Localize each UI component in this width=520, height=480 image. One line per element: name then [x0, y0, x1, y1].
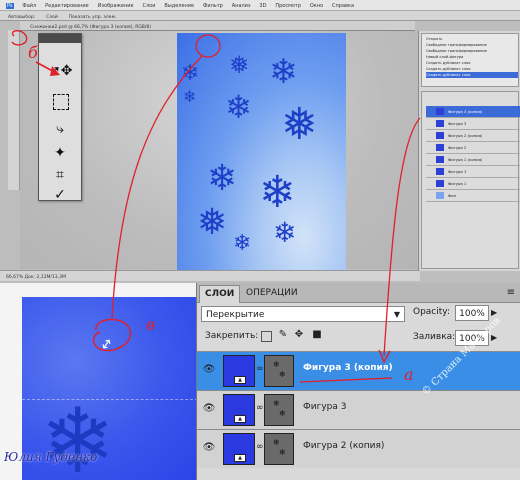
- snowflake-icon: ❅: [229, 51, 250, 79]
- blend-mode-value: Перекрытие: [206, 310, 265, 320]
- magic-wand-tool-icon[interactable]: ✦: [49, 142, 71, 164]
- layer-row[interactable]: 👁 ▲ ∞ ❄ ❄ Фигура 3: [197, 390, 520, 429]
- menu-item[interactable]: Файл: [22, 3, 36, 9]
- status-bar: 66,67% Док: 2,11M/13,3M: [0, 270, 420, 281]
- tools-panel: ➚✥ ⤷ ✦ ⌗ ✓: [38, 33, 82, 203]
- link-icon[interactable]: ∞: [256, 364, 264, 374]
- auto-select-label[interactable]: Автовыбор:: [8, 15, 35, 20]
- snowflake-icon: ❄: [225, 88, 252, 126]
- lock-all-icon[interactable]: ■: [311, 329, 323, 341]
- eye-icon[interactable]: 👁: [202, 442, 216, 453]
- snowflake-icon: ❄: [269, 52, 298, 92]
- resize-cursor-icon: ↕: [96, 335, 116, 355]
- layer-row[interactable]: 👁 ▲ ∞ ❄ ❄ Фигура 2 (копия): [197, 429, 520, 468]
- menu-item[interactable]: Редактирование: [45, 3, 89, 9]
- ps-logo: Ps: [6, 3, 14, 9]
- lasso-tool-icon[interactable]: ⤷: [49, 118, 71, 140]
- menu-item[interactable]: Просмотр: [275, 3, 301, 9]
- layer-thumbnail: ▲: [223, 394, 255, 426]
- layer-thumbnail: ▲: [223, 355, 255, 387]
- mini-layer-row[interactable]: Фигура 2 (копия): [426, 130, 520, 142]
- mini-layer-row[interactable]: Фигура 1: [426, 178, 520, 190]
- mini-layer-row[interactable]: Фигура 1: [426, 166, 520, 178]
- guide-line: [22, 399, 198, 400]
- show-controls-label[interactable]: Показать упр. элем.: [69, 15, 117, 20]
- fill-label: Заливка:: [413, 332, 456, 342]
- layer-name[interactable]: Фигура 3: [303, 402, 346, 412]
- vector-mask-thumbnail[interactable]: ❄ ❄: [264, 433, 294, 465]
- layers-panel: СЛОИ ОПЕРАЦИИ ≡ Перекрытие ▼ Opacity: 10…: [196, 283, 520, 480]
- lock-label: Закрепить:: [205, 331, 259, 341]
- document-tab-bar: Снежинки2.psd @ 66,7% (Фигура 3 (копия),…: [20, 21, 415, 31]
- options-bar: Автовыбор: Слой Показать упр. элем.: [0, 11, 520, 21]
- tab-actions[interactable]: ОПЕРАЦИИ: [241, 285, 303, 302]
- toolbar-strip: [8, 30, 20, 190]
- layer-thumbnail: ▲: [223, 433, 255, 465]
- mini-layer-row[interactable]: Фон: [426, 190, 520, 202]
- history-panel: Открыть Свободное трансформирование Своб…: [421, 33, 519, 87]
- mini-layer-row[interactable]: Фигура 3 (копия): [426, 106, 520, 118]
- right-panel-dock: Открыть Свободное трансформирование Своб…: [418, 31, 520, 271]
- lock-transparency-icon[interactable]: [261, 331, 272, 342]
- mini-layer-row[interactable]: Фигура 1 (копия): [426, 154, 520, 166]
- menu-bar: Ps Файл Редактирование Изображение Слои …: [0, 0, 520, 11]
- lock-brush-icon[interactable]: ✎: [277, 329, 289, 341]
- menu-item[interactable]: Изображение: [98, 3, 134, 9]
- snowflake-icon: ❄: [40, 389, 116, 480]
- snowflake-icon: ❄: [183, 87, 197, 106]
- eye-icon[interactable]: 👁: [202, 364, 216, 375]
- menu-item[interactable]: 3D: [259, 3, 266, 9]
- document-tab[interactable]: Снежинки2.psd @ 66,7% (Фигура 3 (копия),…: [30, 25, 151, 30]
- menu-item[interactable]: Анализ: [232, 3, 251, 9]
- snowflake-icon: ❄: [233, 231, 252, 256]
- panel-tabs: СЛОИ ОПЕРАЦИИ ≡: [197, 283, 520, 303]
- mini-layers-panel: Фигура 3 (копия) Фигура 3 Фигура 2 (копи…: [421, 91, 520, 269]
- vector-mask-thumbnail[interactable]: ❄ ❄: [264, 355, 294, 387]
- snowflake-icon: ❄: [259, 167, 296, 218]
- mini-layer-row[interactable]: Фигура 3: [426, 118, 520, 130]
- crop-tool-icon[interactable]: ⌗: [49, 164, 71, 186]
- blend-mode-select[interactable]: Перекрытие ▼: [201, 306, 405, 322]
- opacity-label: Opacity:: [413, 307, 450, 317]
- snowflake-icon: ❄: [207, 158, 238, 199]
- fill-arrow-icon[interactable]: ▶: [491, 333, 497, 342]
- eye-icon[interactable]: 👁: [202, 403, 216, 414]
- auto-select-value[interactable]: Слой: [46, 15, 58, 20]
- lock-move-icon[interactable]: ✥: [293, 329, 305, 341]
- menu-item[interactable]: Окно: [310, 3, 323, 9]
- snowflake-icon: ❄: [273, 216, 297, 249]
- menu-item[interactable]: Фильтр: [203, 3, 223, 9]
- vector-mask-thumbnail[interactable]: ❄ ❄: [264, 394, 294, 426]
- shape-layer-icon: ▲: [234, 415, 246, 423]
- link-icon[interactable]: ∞: [256, 442, 264, 452]
- chevron-down-icon: ▼: [393, 310, 400, 319]
- shape-layer-icon: ▲: [234, 454, 246, 462]
- move-tool-icon[interactable]: ➚✥: [49, 60, 72, 82]
- shape-layer-icon: ▲: [234, 376, 246, 384]
- photoshop-workspace: Ps Файл Редактирование Изображение Слои …: [0, 0, 520, 283]
- opacity-field[interactable]: 100%: [455, 305, 489, 321]
- eyedropper-tool-icon[interactable]: ✓: [49, 184, 71, 206]
- menu-item[interactable]: Выделение: [164, 3, 194, 9]
- link-icon[interactable]: ∞: [256, 403, 264, 413]
- tab-layers[interactable]: СЛОИ: [199, 285, 241, 303]
- layer-row-selected[interactable]: 👁 ▲ ∞ ❄ ❄ Фигура 3 (копия): [197, 351, 520, 390]
- layer-name[interactable]: Фигура 2 (копия): [303, 441, 384, 451]
- snowflake-icon: ❄: [181, 61, 200, 86]
- marquee-tool-icon[interactable]: [53, 94, 69, 110]
- document-canvas[interactable]: ❄ ❅ ❄ ❄ ❄ ❅ ❄ ❄ ❅ ❄ ❄: [177, 33, 346, 273]
- menu-item[interactable]: Слои: [142, 3, 155, 9]
- menu-item[interactable]: Справка: [332, 3, 354, 9]
- snowflake-icon: ❅: [197, 202, 228, 243]
- panel-menu-icon[interactable]: ≡: [507, 287, 515, 298]
- layer-name[interactable]: Фигура 3 (копия): [303, 363, 393, 373]
- tools-panel-header[interactable]: [39, 34, 81, 43]
- author-signature: Юлия Гуденко: [4, 450, 98, 464]
- status-text: 66,67% Док: 2,11M/13,3M: [6, 275, 66, 280]
- history-item-selected[interactable]: Создать дубликат слоя: [426, 72, 518, 78]
- snowflake-icon: ❅: [281, 99, 318, 150]
- mini-layer-row[interactable]: Фигура 2: [426, 142, 520, 154]
